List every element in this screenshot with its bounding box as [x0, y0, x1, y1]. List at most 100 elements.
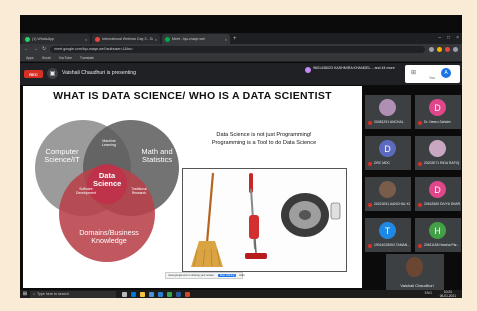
windows-start-icon[interactable]: ⊞ [20, 291, 30, 297]
participant-tile[interactable]: T 19014028064 TAMAN... [365, 218, 411, 252]
slide-note-line-2: Programming is a Tool to do Data Science [211, 140, 317, 146]
chrome-icon[interactable] [167, 291, 172, 297]
present-screen-icon: ▣ [47, 68, 58, 79]
word-icon[interactable] [176, 291, 181, 297]
new-tab-button[interactable]: + [233, 34, 237, 44]
mic-off-icon [418, 203, 422, 207]
store-icon[interactable] [149, 291, 154, 297]
avatar [406, 257, 423, 277]
avatar: A [441, 68, 451, 78]
avatar: D [379, 140, 396, 157]
language-indicator[interactable]: ENG [425, 291, 432, 295]
mail-icon[interactable] [158, 291, 163, 297]
mic-off-icon [418, 162, 422, 166]
avatar [429, 140, 446, 157]
bookmark-gmail[interactable]: Gmail [42, 56, 51, 60]
participant-tile[interactable]: 20213051 AANCHAL KI... [365, 177, 411, 211]
phone [330, 202, 341, 220]
participant-tile[interactable]: D Dr. Neeru Sahdev [415, 95, 461, 129]
mic-off-icon [418, 244, 422, 248]
participant-tile[interactable]: H 20611188 Harsha Par... [415, 218, 461, 252]
star-icon[interactable] [429, 46, 434, 52]
venn-label-math-statistics: Math and Statistics [141, 147, 173, 164]
self-view-chip[interactable]: ⊞ A You [405, 65, 460, 83]
close-window-icon[interactable]: × [456, 33, 459, 43]
taskbar-search-placeholder: Type here to search [37, 292, 69, 296]
mic-off-icon [368, 203, 372, 207]
participant-name: 20203071 RIDA RAFIQ [424, 161, 460, 165]
tab-label: International Webinar Day 3 - Sc [102, 37, 153, 41]
recording-badge: REC [24, 70, 43, 78]
task-view-icon[interactable] [122, 291, 127, 297]
reload-icon[interactable]: ↻ [42, 46, 46, 52]
bookmarks-bar: Apps Gmail YouTube Translate [20, 54, 462, 62]
close-icon[interactable]: × [85, 37, 87, 42]
avatar: T [379, 222, 396, 239]
slide-title: WHAT IS DATA SCIENCE/ WHO IS A DATA SCIE… [53, 90, 332, 102]
browser-tab-meet[interactable]: Meet - fqu-maqe-wei × [162, 34, 230, 44]
participant-name: 20213051 AANCHAL KI... [374, 202, 410, 206]
share-popup-text: meet.google.com is sharing your screen. [168, 274, 215, 277]
presenter-tile[interactable]: Vaishali Chaudhuri [386, 254, 444, 290]
venn-diagram [35, 120, 179, 262]
participant-tile[interactable]: 20203071 RIDA RAFIQ [415, 136, 461, 170]
venn-label-computer-science: Computer Science/IT [44, 147, 80, 164]
browser-tab-bar: (1) WhatsApp × International Webinar Day… [20, 33, 462, 44]
stop-sharing-button[interactable]: Stop sharing [217, 274, 237, 277]
participant-tile[interactable]: D 20618360 DIVYA SHAR... [415, 177, 461, 211]
close-icon[interactable]: × [155, 37, 157, 42]
participant-tile[interactable]: D DRC MDC [365, 136, 411, 170]
slide-note-line-1: Data Science is not just Programming! [216, 132, 312, 138]
participant-name: Dr. Neeru Sahdev [424, 120, 451, 124]
close-icon[interactable]: × [225, 37, 227, 42]
browser-tab-whatsapp[interactable]: (1) WhatsApp × [22, 34, 90, 44]
pinned-apps [122, 291, 190, 297]
extension-icon[interactable] [437, 46, 442, 52]
venn-label-traditional-research: Traditional Research [131, 187, 147, 195]
mic-off-icon [368, 121, 372, 125]
broom-vacuum-roomba-illustration [191, 172, 341, 267]
mic-off-icon [418, 121, 422, 125]
address-bar: ← → ↻ meet.google.com/fqu-maqe-wei?authu… [20, 44, 462, 54]
clock-date: 06-01-2021 [439, 294, 456, 298]
whatsapp-icon [25, 36, 30, 42]
system-clock[interactable]: 10:24 06-01-2021 [440, 290, 456, 298]
presenter-name: Vaishali Chaudhuri [400, 283, 434, 288]
extensions [429, 46, 458, 52]
slide-note: Data Science is not just Programming! Pr… [209, 131, 319, 147]
grid-layout-icon[interactable]: ⊞ [411, 69, 416, 76]
participant-tile[interactable]: 20481291 ANCHAL [365, 95, 411, 129]
bookmark-youtube[interactable]: YouTube [59, 56, 72, 60]
url-input[interactable]: meet.google.com/fqu-maqe-wei?authuser=1&… [50, 45, 425, 53]
edge-icon[interactable] [131, 291, 136, 297]
screen-share-popup: meet.google.com is sharing your screen. … [165, 272, 245, 279]
menu-icon[interactable] [453, 46, 458, 52]
avatar: D [429, 99, 446, 116]
minimize-icon[interactable]: – [438, 33, 441, 43]
broom-head [191, 241, 223, 267]
bookmark-apps[interactable]: Apps [26, 56, 34, 60]
shared-slide: WHAT IS DATA SCIENCE/ WHO IS A DATA SCIE… [23, 86, 362, 288]
vacuum-body [249, 215, 259, 239]
hide-button[interactable]: Hide [239, 274, 244, 277]
participant-name: 20611188 Harsha Par... [424, 243, 460, 247]
participant-name: DRC MDC [374, 161, 391, 165]
mic-off-icon [368, 244, 372, 248]
browser-tab-webinar[interactable]: International Webinar Day 3 - Sc × [92, 34, 160, 44]
tab-label: Meet - fqu-maqe-wei [172, 37, 205, 41]
file-explorer-icon[interactable] [140, 291, 145, 297]
meet-header: REC ▣ Vaishali Chaudhuri is presenting 9… [20, 63, 462, 85]
meet-icon [165, 36, 170, 42]
forward-icon[interactable]: → [33, 46, 38, 52]
maximize-icon[interactable]: □ [447, 33, 450, 43]
powerpoint-icon[interactable] [185, 291, 190, 297]
back-icon[interactable]: ← [24, 46, 29, 52]
vacuum-floor-head [245, 253, 267, 259]
venn-label-machine-learning: Machine Learning [102, 139, 116, 147]
url-text: meet.google.com/fqu-maqe-wei?authuser=1&… [54, 47, 133, 51]
venn-label-domain-knowledge: Domains/Business Knowledge [79, 228, 139, 245]
profile-avatar[interactable] [445, 46, 450, 52]
search-icon: ⌕ [33, 292, 36, 296]
bookmark-translate[interactable]: Translate [80, 56, 94, 60]
taskbar-search[interactable]: ⌕ Type here to search [30, 290, 116, 298]
